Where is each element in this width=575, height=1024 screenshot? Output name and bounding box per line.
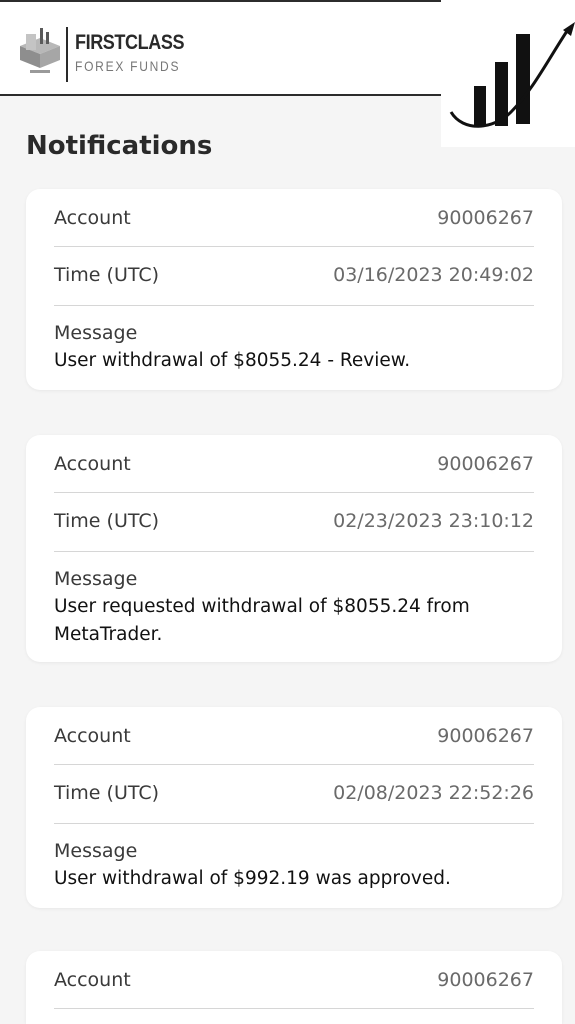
time-label: Time (UTC) [54,782,160,804]
growth-graphic [441,0,575,147]
account-label: Account [54,207,131,229]
account-row: Account 90006267 [54,435,534,493]
logo-divider [66,27,68,82]
brand-name: FIRSTCLASS [75,31,185,54]
message-text: User withdrawal of $992.19 was approved. [54,868,451,889]
account-label: Account [54,725,131,747]
account-value: 90006267 [437,725,534,747]
message-text: User requested withdrawal of $8055.24 fr… [54,596,470,645]
notification-card: Account 90006267 Time (UTC) 02/08/2023 2… [26,707,562,908]
account-row: Account 90006267 [54,189,534,247]
row-divider [54,823,534,824]
message-text: User withdrawal of $8055.24 - Review. [54,350,411,371]
message-label: Message [54,840,138,862]
time-value: 02/08/2023 22:52:26 [333,782,534,804]
account-row: Account 90006267 [54,707,534,765]
brand-tagline: FOREX FUNDS [75,58,181,74]
time-value: 02/23/2023 23:10:12 [333,510,534,532]
firstclass-logo-icon [20,28,60,73]
account-label: Account [54,453,131,475]
account-value: 90006267 [437,969,534,991]
message-label: Message [54,568,138,590]
account-value: 90006267 [437,207,534,229]
time-row: Time (UTC) 03/16/2023 20:49:02 [54,246,534,304]
account-value: 90006267 [437,453,534,475]
row-divider [54,305,534,306]
page-title: Notifications [26,131,213,161]
notification-card: Account 90006267 Time (UTC) 03/16/2023 2… [26,189,562,390]
time-row: Time (UTC) 02/23/2023 23:10:12 [54,492,534,550]
growth-chart-icon [449,22,575,128]
row-divider [54,551,534,552]
notification-card: Account 90006267 [26,951,562,1024]
time-row: Time (UTC) 02/08/2023 22:52:26 [54,764,534,822]
time-label: Time (UTC) [54,510,160,532]
account-label: Account [54,969,131,991]
app-header: FIRSTCLASS FOREX FUNDS [0,0,441,96]
account-row: Account 90006267 [54,951,534,1009]
row-divider [54,1008,534,1009]
message-label: Message [54,322,138,344]
time-label: Time (UTC) [54,264,160,286]
notification-card: Account 90006267 Time (UTC) 02/23/2023 2… [26,435,562,662]
time-value: 03/16/2023 20:49:02 [333,264,534,286]
